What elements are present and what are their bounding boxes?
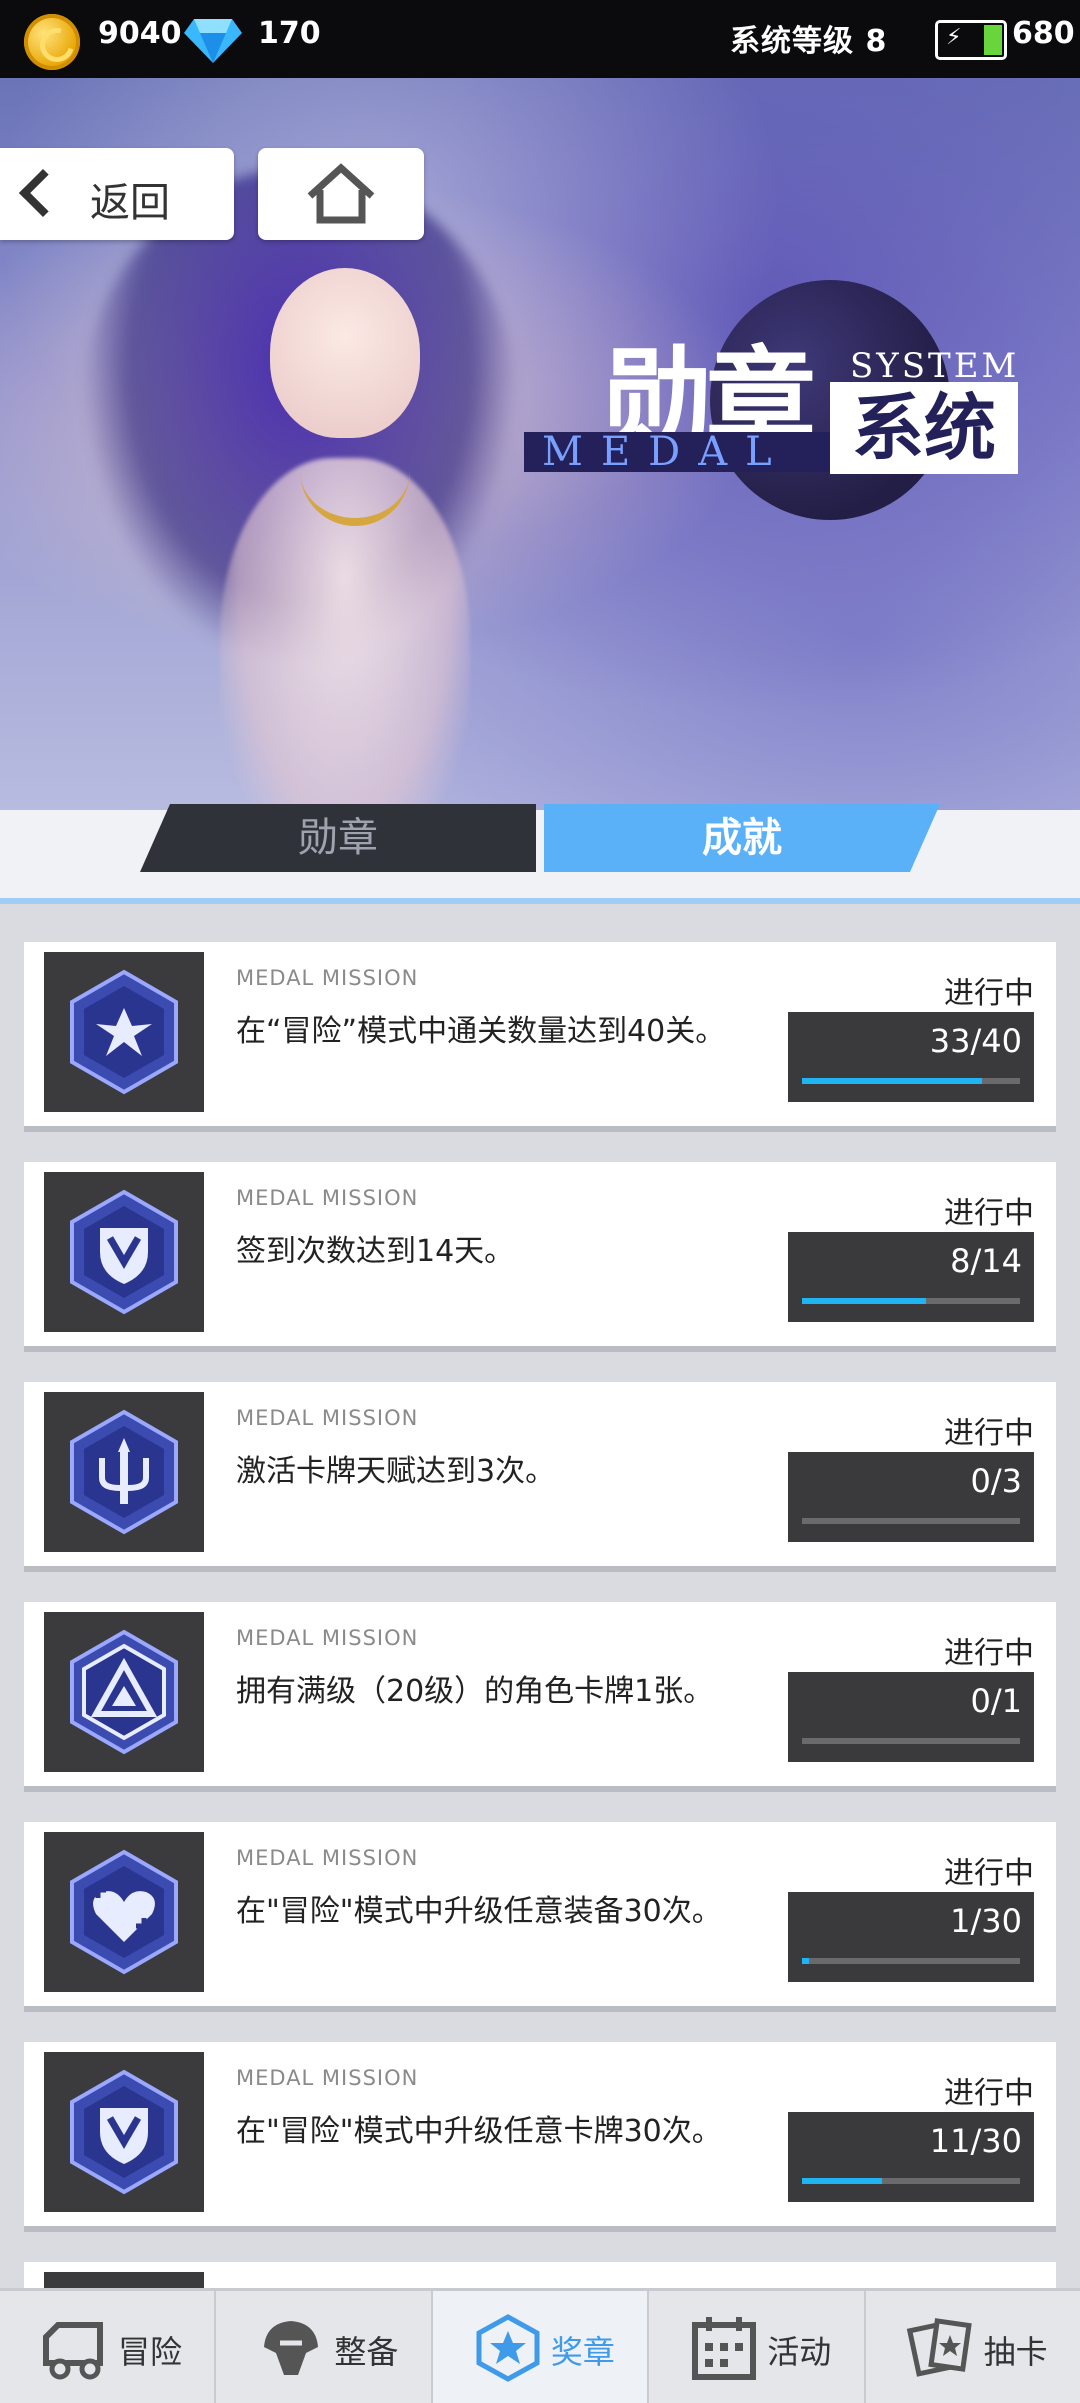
top-resource-bar: 9040 170 系统等级 8 ⚡ 680	[0, 0, 1080, 78]
shield-medal-icon	[70, 2069, 178, 2195]
tab-medal[interactable]: 勋章	[140, 804, 536, 872]
medal-badge	[44, 2052, 204, 2212]
mission-card[interactable]: MEDAL MISSION 在“冒险”模式中通关数量达到40关。 进行中 33/…	[24, 942, 1056, 1126]
progress-count: 11/30	[929, 2122, 1022, 2160]
progress-panel: 0/1	[788, 1672, 1034, 1762]
coin-count: 9040	[98, 16, 182, 51]
home-icon	[307, 163, 375, 224]
nav-adventure[interactable]: 冒险	[0, 2291, 217, 2403]
nav-medal[interactable]: 奖章	[432, 2291, 650, 2403]
progress-count: 1/30	[950, 1902, 1022, 1940]
tab-bar-edge	[0, 898, 1080, 904]
nav-label: 冒险	[118, 2333, 183, 2371]
progress-panel: 33/40	[788, 1012, 1034, 1102]
logo-title-en: MEDAL	[524, 432, 872, 472]
gem-count: 170	[258, 16, 321, 51]
nav-events[interactable]: 活动	[649, 2291, 866, 2403]
medal-badge	[44, 1392, 204, 1552]
home-button[interactable]	[258, 148, 424, 240]
coin-icon	[24, 14, 80, 70]
medal-badge	[44, 1832, 204, 1992]
progress-count: 0/1	[970, 1682, 1023, 1720]
energy-count: 680	[1012, 16, 1075, 51]
progress-track	[802, 1078, 1020, 1084]
mission-description: 在“冒险”模式中通关数量达到40关。	[236, 1014, 726, 1049]
progress-count: 0/3	[970, 1462, 1023, 1500]
medal-badge	[44, 1172, 204, 1332]
mission-description: 在"冒险"模式中升级任意卡牌30次。	[236, 2114, 722, 2149]
tab-bar: 勋章 成就	[0, 798, 1080, 904]
mission-status: 进行中	[944, 1416, 1034, 1451]
progress-count: 33/40	[929, 1022, 1022, 1060]
trident-medal-icon	[70, 1409, 178, 1535]
progress-track	[802, 1738, 1020, 1744]
nav-label: 活动	[767, 2333, 832, 2371]
system-level: 系统等级 8	[730, 24, 888, 59]
calendar-icon	[692, 2317, 757, 2380]
progress-track	[802, 1518, 1020, 1524]
medal-badge	[44, 952, 204, 1112]
mission-card[interactable]: MEDAL MISSION 拥有满级（20级）的角色卡牌1张。 进行中 0/1	[24, 1602, 1056, 1786]
mission-card[interactable]: MEDAL MISSION 在"冒险"模式中升级任意卡牌30次。 进行中 11/…	[24, 2042, 1056, 2226]
progress-track	[802, 1298, 1020, 1304]
bottom-navigation: 冒险 整备 奖章 活动 抽卡	[0, 2288, 1080, 2403]
back-button[interactable]: 返回	[0, 148, 234, 240]
mission-description: 在"冒险"模式中升级任意装备30次。	[236, 1894, 722, 1929]
shield-medal-icon	[70, 1189, 178, 1315]
tab-achievement[interactable]: 成就	[544, 804, 940, 872]
nav-gacha[interactable]: 抽卡	[866, 2291, 1080, 2403]
back-label: 返回	[90, 180, 170, 226]
medal-system-logo: 勋章 MEDAL SYSTEM 系统	[520, 270, 1040, 530]
progress-count: 8/14	[950, 1242, 1022, 1280]
mission-card[interactable]: MEDAL MISSION 在"冒险"模式中升级任意装备30次。 进行中 1/3…	[24, 1822, 1056, 2006]
progress-fill	[802, 1078, 982, 1084]
logo-subtitle-en: SYSTEM	[850, 346, 1020, 386]
character-face	[270, 268, 420, 438]
star-badge-icon	[476, 2314, 540, 2382]
heart-plus-medal-icon	[70, 1849, 178, 1975]
truck-icon	[43, 2322, 103, 2380]
nav-label: 抽卡	[983, 2333, 1048, 2371]
shuriken-medal-icon	[70, 969, 178, 1095]
diamond-icon	[184, 19, 242, 63]
nav-label: 整备	[334, 2333, 399, 2371]
progress-panel: 0/3	[788, 1452, 1034, 1542]
triangle-medal-icon	[70, 1629, 178, 1755]
mission-card[interactable]: MEDAL MISSION 激活卡牌天赋达到3次。 进行中 0/3	[24, 1382, 1056, 1566]
mission-status: 进行中	[944, 1856, 1034, 1891]
progress-fill	[802, 1958, 810, 1964]
mission-tag: MEDAL MISSION	[236, 966, 419, 990]
progress-panel: 11/30	[788, 2112, 1034, 2202]
mission-tag: MEDAL MISSION	[236, 2066, 419, 2090]
battery-icon: ⚡	[935, 20, 1007, 60]
progress-track	[802, 1958, 1020, 1964]
mission-status: 进行中	[944, 1636, 1034, 1671]
helmet-icon	[264, 2321, 319, 2375]
progress-fill	[802, 2178, 882, 2184]
mission-tag: MEDAL MISSION	[236, 1626, 419, 1650]
mission-list[interactable]: MEDAL MISSION 在“冒险”模式中通关数量达到40关。 进行中 33/…	[24, 942, 1056, 2292]
mission-status: 进行中	[944, 976, 1034, 1011]
mission-description: 拥有满级（20级）的角色卡牌1张。	[236, 1674, 714, 1709]
mission-card[interactable]: MEDAL MISSION 签到次数达到14天。 进行中 8/14	[24, 1162, 1056, 1346]
medal-badge	[44, 1612, 204, 1772]
mission-status: 进行中	[944, 2076, 1034, 2111]
progress-fill	[802, 1298, 927, 1304]
logo-subtitle-cn: 系统	[830, 382, 1018, 474]
nav-equip[interactable]: 整备	[216, 2291, 433, 2403]
progress-panel: 1/30	[788, 1892, 1034, 1982]
nav-label: 奖章	[550, 2333, 615, 2371]
mission-tag: MEDAL MISSION	[236, 1846, 419, 1870]
mission-description: 签到次数达到14天。	[236, 1234, 515, 1269]
cards-icon	[906, 2318, 972, 2377]
mission-tag: MEDAL MISSION	[236, 1406, 419, 1430]
chevron-left-icon	[18, 168, 68, 218]
mission-status: 进行中	[944, 1196, 1034, 1231]
mission-tag: MEDAL MISSION	[236, 1186, 419, 1210]
mission-description: 激活卡牌天赋达到3次。	[236, 1454, 556, 1489]
progress-track	[802, 2178, 1020, 2184]
progress-panel: 8/14	[788, 1232, 1034, 1322]
